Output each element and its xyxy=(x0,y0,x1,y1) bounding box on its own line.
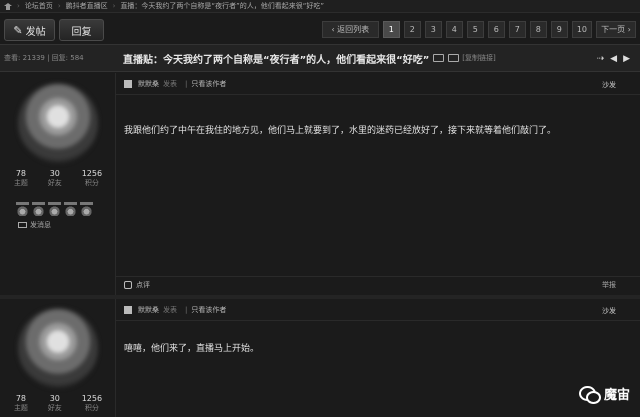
only-author-link[interactable]: 只看该作者 xyxy=(191,305,226,315)
report-button[interactable]: 举报 xyxy=(602,280,616,290)
link-icon[interactable] xyxy=(448,54,460,62)
thread-title: 直播贴：今天我约了两个自称是“夜行者”的人，他们看起来很“好吃” xyxy=(123,54,430,66)
wechat-icon xyxy=(578,385,601,404)
post-content: 嘻嘻，他们来了，直播马上开始。 xyxy=(124,344,260,354)
friends-label: 好友 xyxy=(47,179,62,187)
post-header: 默默桑 发表 | 只看该作者 沙发 xyxy=(116,73,640,95)
next-page-button[interactable]: 下一页 › xyxy=(596,21,636,38)
page-10[interactable]: 10 xyxy=(571,21,592,38)
page-3[interactable]: 3 xyxy=(424,21,442,38)
points-count[interactable]: 1256 xyxy=(82,169,102,178)
author-sidebar: 78 主题 30 好友 1256 积分 发消息 xyxy=(4,83,112,230)
action-bar: ✎ 发帖 回复 ‹ 返回列表 1 2 3 4 5 6 7 8 9 10 下一页 … xyxy=(0,15,640,44)
reply-button[interactable]: 回复 xyxy=(59,19,104,41)
topics-label: 主题 xyxy=(13,179,28,187)
post-author[interactable]: 默默桑 xyxy=(138,79,159,89)
friends-label: 好友 xyxy=(47,404,62,412)
breadcrumb-forum-home[interactable]: 论坛首页 xyxy=(25,1,53,11)
breadcrumb: › 论坛首页 › 鹏抖者直播区 › 直播：今天我约了两个自称是“夜行者”的人，他… xyxy=(0,0,640,13)
pencil-icon: ✎ xyxy=(13,23,23,37)
avatar[interactable] xyxy=(18,308,98,388)
breadcrumb-section[interactable]: 鹏抖者直播区 xyxy=(66,1,108,11)
page-2[interactable]: 2 xyxy=(403,21,421,38)
envelope-icon xyxy=(18,222,27,228)
thread-nav: ⇢ ◀ ▶ xyxy=(597,54,630,64)
prev-thread-icon[interactable]: ◀ xyxy=(610,54,617,64)
floor-label[interactable]: 沙发 xyxy=(602,306,616,316)
medal-icon xyxy=(64,202,77,216)
friends-count[interactable]: 30 xyxy=(48,394,62,403)
post-author[interactable]: 默默桑 xyxy=(138,305,159,315)
rate-button[interactable]: 点评 xyxy=(136,280,150,290)
medal-icon xyxy=(32,202,45,216)
back-to-list-button[interactable]: ‹ 返回列表 xyxy=(321,21,379,38)
medal-icon xyxy=(48,202,61,216)
page-9[interactable]: 9 xyxy=(550,21,568,38)
topics-count[interactable]: 78 xyxy=(14,394,28,403)
page-6[interactable]: 6 xyxy=(487,21,505,38)
post-footer: 点评 举报 xyxy=(116,276,640,292)
home-icon[interactable] xyxy=(4,2,12,10)
author-sidebar: 78 主题 30 好友 1256 积分 xyxy=(4,308,112,413)
user-stats: 78 主题 30 好友 1256 积分 xyxy=(4,394,112,413)
send-message-link[interactable]: 发消息 xyxy=(18,220,112,230)
user-icon xyxy=(124,79,132,88)
post: 默默桑 发表 | 只看该作者 沙发 嘻嘻，他们来了，直播马上开始。 xyxy=(115,299,640,417)
floor-label[interactable]: 沙发 xyxy=(602,80,616,90)
avatar[interactable] xyxy=(18,83,98,163)
new-post-button[interactable]: ✎ 发帖 xyxy=(4,19,55,41)
print-icon[interactable] xyxy=(433,54,445,62)
page-4[interactable]: 4 xyxy=(445,21,463,38)
pagination: ‹ 返回列表 1 2 3 4 5 6 7 8 9 10 下一页 › xyxy=(321,21,636,38)
jump-icon[interactable]: ⇢ xyxy=(597,54,605,64)
medal-icon xyxy=(80,202,93,216)
copy-link-button[interactable]: [复制链接] xyxy=(462,53,495,63)
topics-label: 主题 xyxy=(13,404,28,412)
points-count[interactable]: 1256 xyxy=(82,394,102,403)
points-label: 积分 xyxy=(84,404,99,412)
post: 默默桑 发表 | 只看该作者 沙发 我跟他们约了中午在我住的地方见，他们马上就要… xyxy=(115,73,640,295)
page-1[interactable]: 1 xyxy=(382,21,400,38)
user-stats: 78 主题 30 好友 1256 积分 xyxy=(4,169,112,188)
post-header: 默默桑 发表 | 只看该作者 沙发 xyxy=(116,299,640,321)
user-icon xyxy=(124,305,132,314)
comment-icon xyxy=(124,280,132,289)
page-8[interactable]: 8 xyxy=(529,21,547,38)
medal-icon xyxy=(16,202,29,216)
thread-header: 查看: 21339 | 回复: 584 直播贴：今天我约了两个自称是“夜行者”的… xyxy=(0,44,640,72)
post-content: 我跟他们约了中午在我住的地方见，他们马上就要到了，水里的迷药已经放好了，接下来就… xyxy=(124,126,557,136)
watermark: 魔宙 xyxy=(578,384,630,404)
post-time: 发表 xyxy=(163,305,177,314)
page-5[interactable]: 5 xyxy=(466,21,484,38)
only-author-link[interactable]: 只看该作者 xyxy=(191,79,226,89)
points-label: 积分 xyxy=(84,179,99,187)
watermark-text: 魔宙 xyxy=(603,388,630,403)
post-time: 发表 xyxy=(163,79,177,88)
page-7[interactable]: 7 xyxy=(508,21,526,38)
next-thread-icon[interactable]: ▶ xyxy=(623,54,630,64)
thread-stats: 查看: 21339 | 回复: 584 xyxy=(4,54,84,62)
breadcrumb-thread: 直播：今天我约了两个自称是“夜行者”的人，他们看起来很“好吃” xyxy=(120,2,324,10)
topics-count[interactable]: 78 xyxy=(14,169,28,178)
friends-count[interactable]: 30 xyxy=(48,169,62,178)
medals xyxy=(16,202,112,216)
